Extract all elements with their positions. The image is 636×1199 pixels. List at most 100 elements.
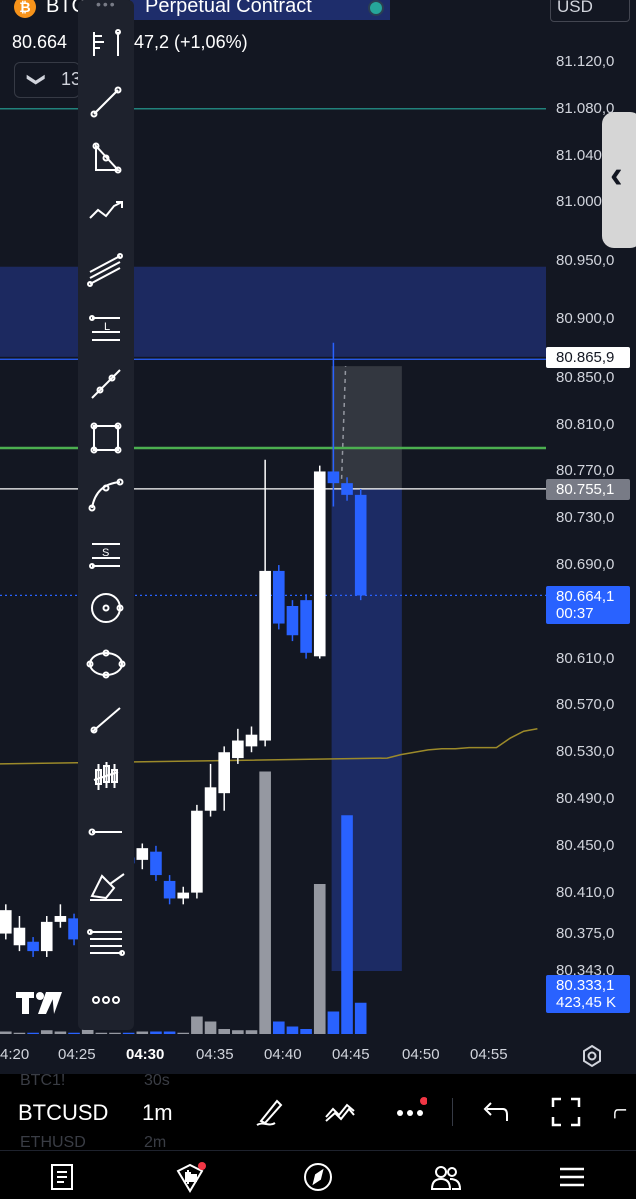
price-tick: 80.850,0 bbox=[556, 368, 615, 386]
symbol-selector[interactable]: BTCUSD bbox=[18, 1100, 108, 1126]
price-tick: 80.490,0 bbox=[556, 790, 615, 808]
chart-pane[interactable]: ₿ BTC Perpetual Contract 80.664 47,2 (+1… bbox=[0, 0, 546, 1040]
volume-bar bbox=[177, 1032, 190, 1034]
time-tick: 04:50 bbox=[402, 1046, 440, 1063]
candle-body bbox=[327, 471, 340, 484]
volume-bar bbox=[54, 1031, 67, 1034]
price-tick: 80.375,0 bbox=[556, 924, 615, 942]
candle-body bbox=[232, 740, 244, 759]
price-tick: 80.450,0 bbox=[556, 836, 615, 854]
candle-body bbox=[13, 927, 26, 946]
trend-line-icon[interactable] bbox=[84, 80, 128, 124]
more-icon[interactable] bbox=[84, 978, 128, 1022]
price-tick: 81.040 bbox=[556, 146, 602, 164]
parallel-channel-icon[interactable] bbox=[84, 248, 128, 292]
price-tick: 80.770,0 bbox=[556, 462, 615, 480]
collapse-indicators-button[interactable]: ❯ 13 bbox=[14, 62, 81, 98]
volume-bar bbox=[341, 815, 353, 1034]
side-panel-toggle[interactable]: ‹ bbox=[602, 112, 636, 248]
horizontal-ray-icon[interactable] bbox=[84, 810, 128, 854]
circle-icon[interactable] bbox=[84, 586, 128, 630]
candle-body bbox=[204, 787, 217, 811]
redo-icon[interactable] bbox=[612, 1092, 636, 1132]
triangle-pattern-icon[interactable] bbox=[84, 136, 128, 180]
candle-body bbox=[0, 910, 12, 934]
candle-body bbox=[313, 471, 326, 657]
price-tick: 80.690,0 bbox=[556, 556, 615, 574]
time-tick: 04:40 bbox=[264, 1046, 302, 1063]
interval-selector[interactable]: 1m bbox=[142, 1100, 173, 1126]
fullscreen-icon[interactable] bbox=[546, 1092, 586, 1132]
explore-icon[interactable] bbox=[298, 1159, 338, 1195]
volume-bar bbox=[313, 884, 326, 1034]
candle-body bbox=[300, 600, 312, 653]
last-price-value: 80.664,1 bbox=[556, 588, 615, 605]
candle-body bbox=[27, 941, 39, 952]
market-status-icon bbox=[368, 0, 384, 16]
price-tick: 80.610,0 bbox=[556, 649, 615, 667]
symbol-option-prev[interactable]: BTC1! bbox=[20, 1072, 65, 1090]
community-icon[interactable] bbox=[426, 1159, 466, 1195]
volume-bar bbox=[136, 1031, 149, 1034]
chart-settings-icon[interactable] bbox=[578, 1042, 606, 1070]
candle-body bbox=[286, 605, 299, 636]
time-axis[interactable]: 4:20 04:25 04:30 04:35 04:40 04:45 04:50 04:55 bbox=[0, 1040, 636, 1074]
long-position-icon[interactable]: L bbox=[84, 306, 128, 350]
bottom-toolbar: BTC1! 30s BTCUSD 1m ETHUSD 2m bbox=[0, 1072, 636, 1151]
bars-pattern-icon[interactable] bbox=[84, 754, 128, 798]
volume-bar bbox=[218, 1029, 230, 1034]
price-tick: 80.730,0 bbox=[556, 509, 615, 527]
fib-retracement-icon[interactable] bbox=[84, 22, 128, 66]
volume-bar bbox=[68, 1032, 80, 1034]
candle-body bbox=[163, 880, 176, 899]
curve-icon[interactable] bbox=[84, 472, 128, 516]
draw-pen-icon[interactable] bbox=[250, 1092, 290, 1132]
menu-icon[interactable] bbox=[552, 1159, 592, 1195]
volume-bar bbox=[95, 1032, 108, 1034]
ideas-icon[interactable] bbox=[170, 1159, 210, 1195]
volume-bar bbox=[0, 1031, 12, 1034]
ray-icon[interactable] bbox=[84, 362, 128, 406]
symbol-title[interactable]: ₿ BTC Perpetual Contract bbox=[0, 0, 400, 22]
fib-lines-icon[interactable] bbox=[84, 920, 128, 964]
interval-option-prev[interactable]: 30s bbox=[144, 1072, 170, 1090]
last-price-tag: 80.664,1 00:37 bbox=[546, 586, 630, 624]
candle-body bbox=[150, 851, 162, 876]
path-icon[interactable] bbox=[84, 190, 128, 234]
volume-bar bbox=[122, 1032, 135, 1034]
undo-icon[interactable] bbox=[474, 1092, 514, 1132]
volume-bar bbox=[354, 1002, 367, 1034]
time-tick: 4:20 bbox=[0, 1046, 30, 1063]
volume-bar bbox=[191, 1016, 203, 1034]
toolbar-divider bbox=[452, 1098, 453, 1126]
volume-bar bbox=[273, 1021, 285, 1034]
candle-body bbox=[245, 734, 258, 747]
more-options-icon[interactable] bbox=[390, 1092, 430, 1132]
watchlist-icon[interactable] bbox=[42, 1159, 82, 1195]
volume-bar bbox=[13, 1032, 26, 1034]
brush-icon[interactable] bbox=[84, 864, 128, 908]
price-tick: 80.570,0 bbox=[556, 696, 615, 714]
price-tag-blue-line: 80.865,9 bbox=[546, 347, 630, 368]
price-tag-white-line: 80.755,1 bbox=[546, 479, 630, 500]
volume-bar bbox=[327, 1011, 340, 1034]
bottom-navigation bbox=[0, 1150, 636, 1199]
price-tick: 80.530,0 bbox=[556, 743, 615, 761]
symbol-title-right: Perpetual Contract bbox=[145, 0, 312, 17]
candle-body bbox=[259, 570, 271, 741]
ellipse-icon[interactable] bbox=[84, 642, 128, 686]
indicators-icon[interactable] bbox=[320, 1092, 360, 1132]
toolbar-grip[interactable]: ••• bbox=[96, 0, 117, 12]
volume-bar bbox=[109, 1032, 121, 1034]
header-price: 80.664 bbox=[12, 32, 68, 52]
time-tick: 04:30 bbox=[126, 1046, 165, 1063]
chevron-left-icon: ‹ bbox=[610, 154, 623, 196]
currency-selector[interactable]: USD bbox=[550, 0, 630, 22]
rectangle-icon[interactable] bbox=[84, 416, 128, 460]
header-change: 47,2 (+1,06%) bbox=[134, 32, 248, 52]
tradingview-logo bbox=[16, 990, 66, 1016]
short-position-icon[interactable]: S bbox=[84, 532, 128, 576]
volume-bar bbox=[259, 771, 271, 1034]
volume-bar bbox=[245, 1030, 258, 1034]
extended-line-icon[interactable] bbox=[84, 698, 128, 742]
